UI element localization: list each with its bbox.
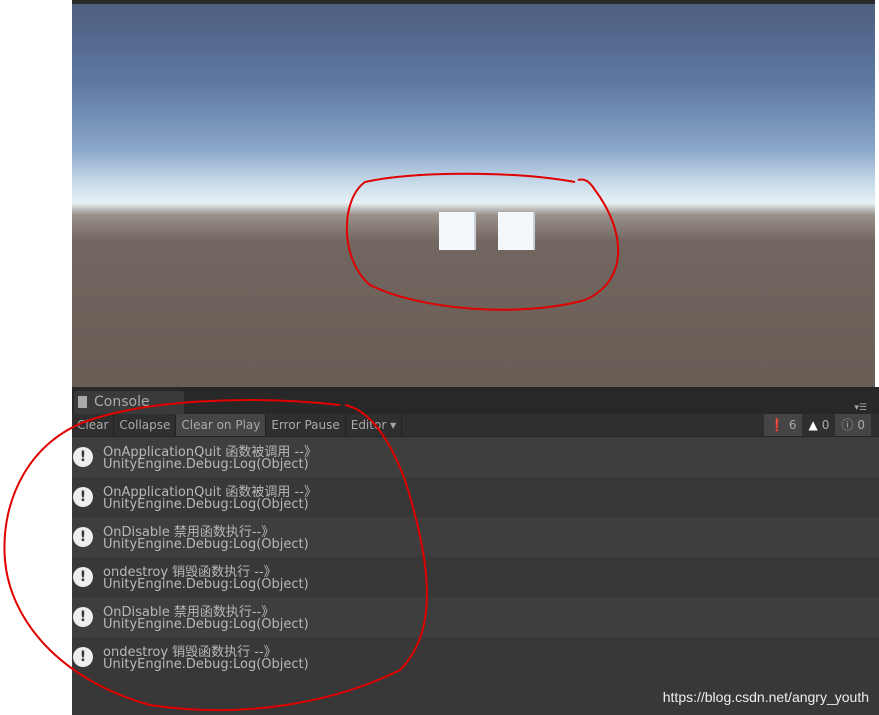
log-entry[interactable]: ! OnApplicationQuit 函数被调用 --》 UnityEngine.… [72,477,879,517]
info-icon: ! [73,567,93,587]
log-stack: UnityEngine.Debug:Log(Object) [103,657,309,672]
watermark: https://blog.csdn.net/angry_youth [662,689,869,705]
log-entry[interactable]: ! ondestroy 销毁函数执行 --》 UnityEngine.Debug:… [72,637,879,677]
panel-menu-icon[interactable]: ▾☰ [854,403,867,413]
log-stack: UnityEngine.Debug:Log(Object) [103,497,309,512]
scene-view[interactable] [72,0,875,387]
log-entry[interactable]: ! OnApplicationQuit 函数被调用 --》 UnityEngine.… [72,437,879,477]
clear-button[interactable]: Clear [72,414,115,436]
error-count: 0 [857,418,865,432]
info-icon: ! [73,487,93,507]
warning-icon: ▲ [808,418,818,432]
error-filter-toggle[interactable]: ⓘ 0 [835,414,871,436]
info-icon: ! [73,647,93,667]
info-icon: ❗ [769,418,785,432]
console-tab[interactable]: Console [74,391,184,414]
clear-on-play-toggle[interactable]: Clear on Play [176,414,267,436]
log-filter-toggle[interactable]: ❗ 6 [763,414,803,436]
log-list: ! OnApplicationQuit 函数被调用 --》 UnityEngine.… [72,437,879,677]
info-icon: ! [73,447,93,467]
log-stack: UnityEngine.Debug:Log(Object) [103,617,309,632]
info-icon: ! [73,527,93,547]
cube[interactable] [498,212,535,250]
log-stack: UnityEngine.Debug:Log(Object) [103,577,309,592]
log-count: 6 [788,418,797,432]
editor-dropdown[interactable]: Editor ▾ [346,414,403,436]
console-tab-label: Console [94,394,150,410]
log-stack: UnityEngine.Debug:Log(Object) [103,457,309,472]
error-icon: ⓘ [841,418,854,432]
console-toolbar: Clear Collapse Clear on Play Error Pause… [72,414,879,437]
console-icon [78,396,87,408]
cube[interactable] [439,212,476,250]
log-stack: UnityEngine.Debug:Log(Object) [103,537,309,552]
console-panel: Console ▾☰ Clear Collapse Clear on Play … [72,387,879,715]
warning-count: 0 [821,418,830,432]
tab-bar: Console ▾☰ [72,387,879,414]
log-entry[interactable]: ! OnDisable 禁用函数执行--》 UnityEngine.Debug:L… [72,597,879,637]
log-entry[interactable]: ! OnDisable 禁用函数执行--》 UnityEngine.Debug:L… [72,517,879,557]
error-pause-toggle[interactable]: Error Pause [266,414,346,436]
collapse-button[interactable]: Collapse [114,414,177,436]
info-icon: ! [73,607,93,627]
log-entry[interactable]: ! ondestroy 销毁函数执行 --》 UnityEngine.Debug:… [72,557,879,597]
warning-filter-toggle[interactable]: ▲ 0 [802,414,835,436]
